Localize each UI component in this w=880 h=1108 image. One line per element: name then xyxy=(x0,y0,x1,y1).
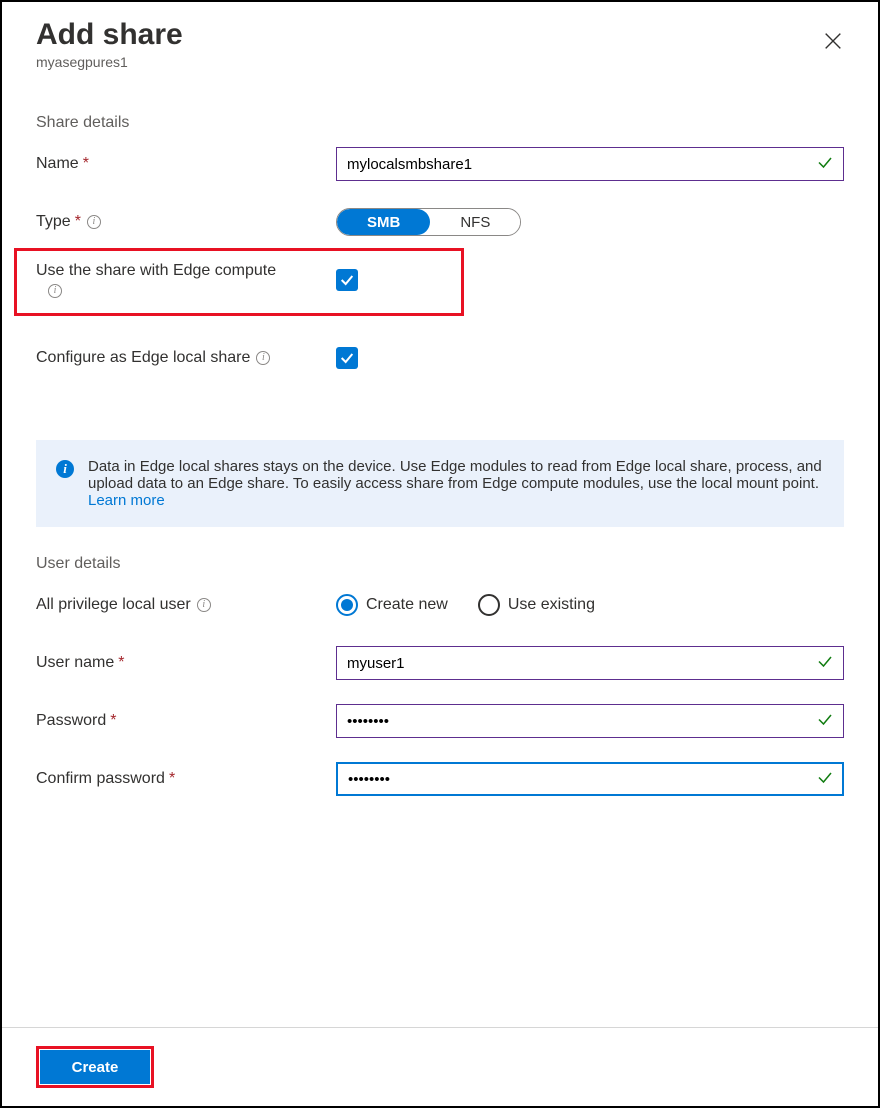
configure-local-ctrl xyxy=(336,347,844,369)
callout-text: Data in Edge local shares stays on the d… xyxy=(88,458,822,492)
panel-footer: Create xyxy=(2,1027,878,1106)
edge-compute-checkbox[interactable] xyxy=(336,269,358,291)
required-mark: * xyxy=(169,770,175,788)
user-details-heading: User details xyxy=(36,555,844,573)
type-option-nfs[interactable]: NFS xyxy=(430,209,520,235)
type-label: Type xyxy=(36,213,71,231)
username-label: User name xyxy=(36,654,114,672)
resource-name: myasegpures1 xyxy=(36,54,844,70)
check-icon xyxy=(816,653,834,674)
create-button[interactable]: Create xyxy=(40,1050,150,1084)
radio-use-existing-label: Use existing xyxy=(508,596,595,614)
name-input[interactable] xyxy=(336,147,844,181)
check-icon xyxy=(339,350,355,366)
panel-header: Add share myasegpures1 xyxy=(2,2,878,80)
radio-create-new[interactable]: Create new xyxy=(336,594,448,616)
radio-icon xyxy=(336,594,358,616)
radio-icon xyxy=(478,594,500,616)
confirm-password-label-col: Confirm password * xyxy=(36,770,336,788)
confirm-password-label: Confirm password xyxy=(36,770,165,788)
type-pill-group: SMB NFS xyxy=(336,208,521,236)
close-button[interactable] xyxy=(822,30,844,55)
confirm-password-row: Confirm password * xyxy=(36,757,844,801)
username-label-col: User name * xyxy=(36,654,336,672)
radio-use-existing[interactable]: Use existing xyxy=(478,594,595,616)
priv-user-ctrl: Create new Use existing xyxy=(336,594,844,616)
username-ctrl xyxy=(336,646,844,680)
required-mark: * xyxy=(110,712,116,730)
configure-local-label-col: Configure as Edge local share i xyxy=(36,349,336,367)
required-mark: * xyxy=(75,213,81,231)
info-icon[interactable]: i xyxy=(256,351,270,365)
info-icon[interactable]: i xyxy=(197,598,211,612)
share-details-heading: Share details xyxy=(36,114,844,132)
edge-compute-label: Use the share with Edge compute xyxy=(36,262,276,280)
required-mark: * xyxy=(118,654,124,672)
edge-compute-ctrl xyxy=(336,269,844,291)
learn-more-link[interactable]: Learn more xyxy=(88,492,165,509)
confirm-password-ctrl xyxy=(336,762,844,796)
configure-local-row: Configure as Edge local share i xyxy=(36,336,844,380)
type-ctrl: SMB NFS xyxy=(336,208,844,236)
username-input[interactable] xyxy=(336,646,844,680)
password-row: Password * xyxy=(36,699,844,743)
info-fill-icon: i xyxy=(56,460,74,478)
check-icon xyxy=(816,154,834,175)
configure-local-checkbox[interactable] xyxy=(336,347,358,369)
radio-create-new-label: Create new xyxy=(366,596,448,614)
confirm-password-input[interactable] xyxy=(336,762,844,796)
edge-compute-row: Use the share with Edge compute i xyxy=(36,258,844,302)
name-ctrl xyxy=(336,147,844,181)
type-label-col: Type * i xyxy=(36,213,336,231)
check-icon xyxy=(816,769,834,790)
name-label: Name xyxy=(36,155,79,173)
info-icon[interactable]: i xyxy=(48,284,62,298)
name-row: Name * xyxy=(36,142,844,186)
password-ctrl xyxy=(336,704,844,738)
highlight-create-button: Create xyxy=(36,1046,154,1088)
check-icon xyxy=(816,711,834,732)
priv-user-label: All privilege local user xyxy=(36,596,191,614)
name-label-col: Name * xyxy=(36,155,336,173)
password-input[interactable] xyxy=(336,704,844,738)
close-icon xyxy=(822,30,844,52)
info-callout: i Data in Edge local shares stays on the… xyxy=(36,440,844,527)
page-title: Add share xyxy=(36,18,844,52)
check-icon xyxy=(339,272,355,288)
priv-user-label-col: All privilege local user i xyxy=(36,596,336,614)
info-icon[interactable]: i xyxy=(87,215,101,229)
edge-compute-label-col: Use the share with Edge compute i xyxy=(36,262,336,298)
panel-content: Share details Name * Type * i xyxy=(2,80,878,1027)
required-mark: * xyxy=(83,155,89,173)
add-share-panel: Add share myasegpures1 Share details Nam… xyxy=(0,0,880,1108)
priv-user-radio-group: Create new Use existing xyxy=(336,594,844,616)
type-option-smb[interactable]: SMB xyxy=(337,209,430,235)
configure-local-label: Configure as Edge local share xyxy=(36,349,250,367)
type-row: Type * i SMB NFS xyxy=(36,200,844,244)
password-label: Password xyxy=(36,712,106,730)
password-label-col: Password * xyxy=(36,712,336,730)
username-row: User name * xyxy=(36,641,844,685)
priv-user-row: All privilege local user i Create new Us… xyxy=(36,583,844,627)
